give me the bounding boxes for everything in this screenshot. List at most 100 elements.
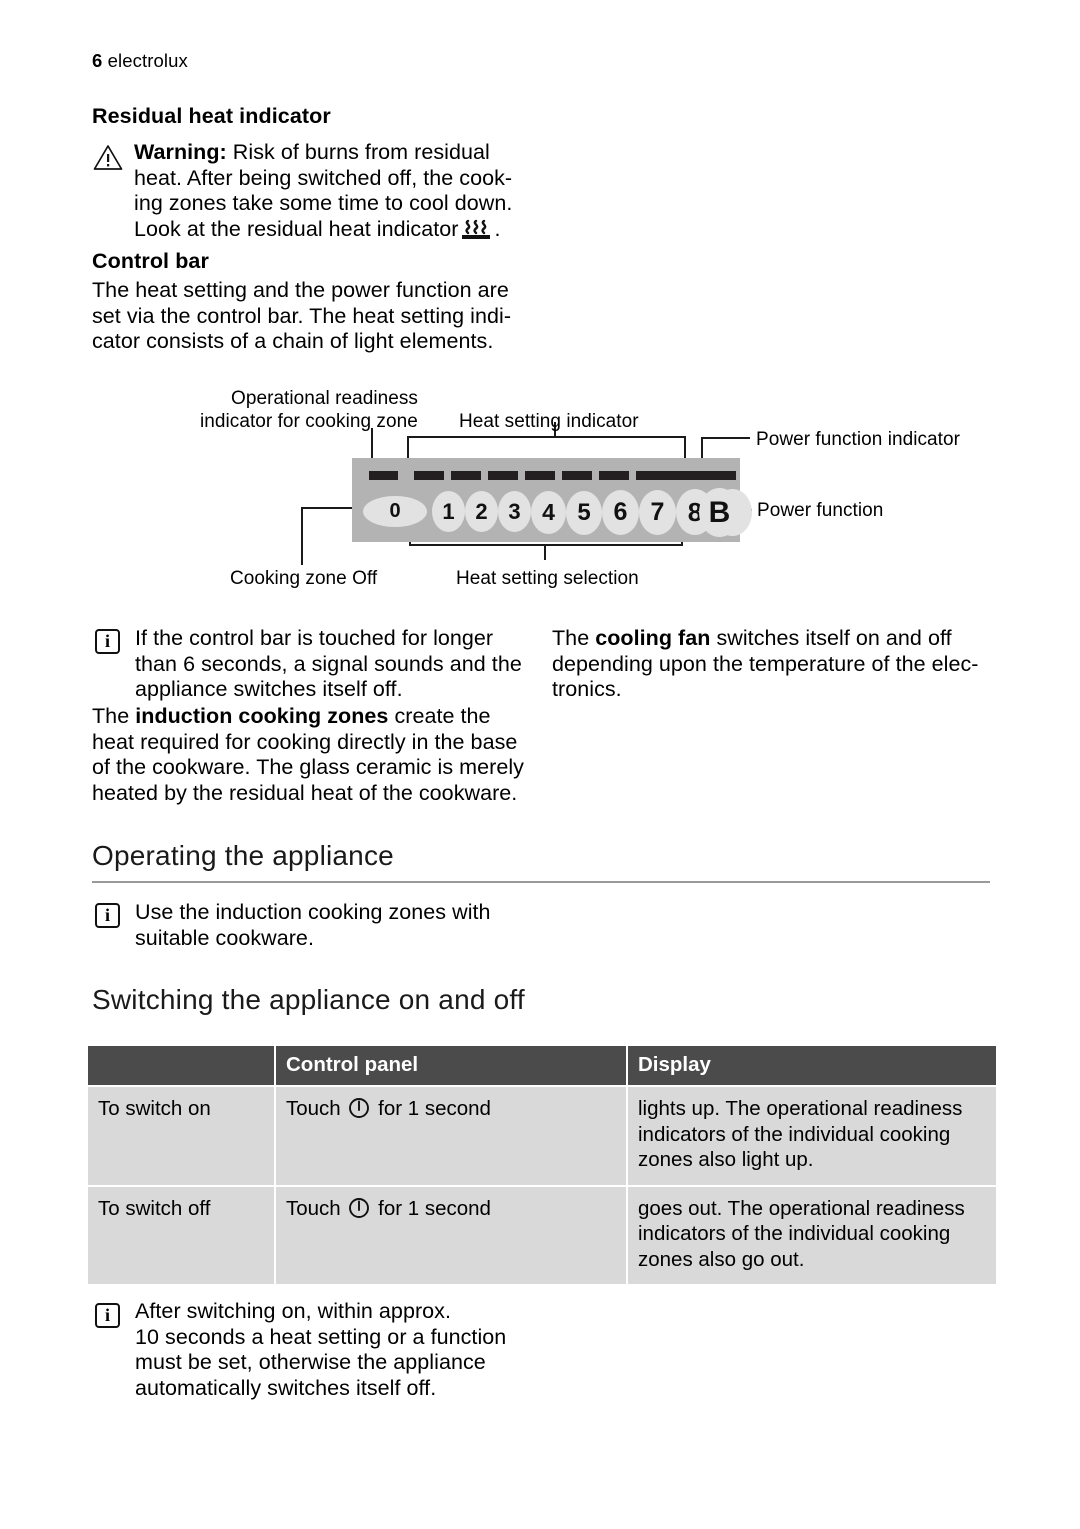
heat-level-button-1[interactable]: 1 xyxy=(432,491,465,532)
heat-dash-3 xyxy=(488,471,518,480)
info-icon-1: i xyxy=(95,629,120,654)
heat-dash-6 xyxy=(599,471,629,480)
control-bar-graphic: 0 1 2 3 4 5 6 7 8 9 B xyxy=(352,458,752,542)
table-header-blank xyxy=(88,1046,274,1085)
label-operational-readiness-line2: indicator for cooking zone xyxy=(200,411,418,432)
note-2-line-1: Use the induction cooking zones with xyxy=(135,900,491,924)
note-1-line-2: than 6 seconds, a signal sounds and the xyxy=(135,651,522,676)
display-off-line-1: goes out. The operational readiness xyxy=(638,1196,965,1220)
warning-label: Warning: xyxy=(134,140,227,164)
brand-name: electrolux xyxy=(107,50,188,71)
label-operational-readiness-line1: Operational readiness xyxy=(231,388,418,409)
label-heat-setting-selection: Heat setting selection xyxy=(456,568,639,589)
control-bar-line-1: The heat setting and the power function … xyxy=(92,278,509,302)
switching-table: Control panel Display To switch on Touch… xyxy=(86,1044,998,1286)
row-action-switch-off: To switch off xyxy=(88,1186,274,1284)
cooling-fan-line-3: tronics. xyxy=(552,677,622,702)
induction-rest: create the xyxy=(388,704,491,728)
induction-line-2: heat required for cooking directly in th… xyxy=(92,729,518,754)
heat-level-button-4[interactable]: 4 xyxy=(531,491,566,534)
heat-dash-5 xyxy=(562,471,592,480)
note-1-line-3: appliance switches itself off. xyxy=(135,677,403,702)
induction-line-4: heated by the residual heat of the cookw… xyxy=(92,780,518,805)
heat-level-button-2[interactable]: 2 xyxy=(465,491,498,532)
induction-bold: induction cooking zones xyxy=(135,704,389,728)
touch-suffix-off: for 1 second xyxy=(378,1196,491,1220)
warning-line-1: Risk of burns from residual xyxy=(226,140,490,164)
heat-level-button-7[interactable]: 7 xyxy=(639,490,676,535)
heat-level-button-6[interactable]: 6 xyxy=(602,490,639,535)
note-3-line-3: must be set, otherwise the appliance xyxy=(135,1350,486,1375)
power-icon-on xyxy=(348,1097,370,1119)
table-header-control-panel: Control panel xyxy=(276,1046,626,1085)
note-3-line-4: automatically switches itself off. xyxy=(135,1375,437,1400)
warning-paragraph: Warning: Risk of burns from residual hea… xyxy=(134,140,554,242)
control-bar-paragraph: The heat setting and the power function … xyxy=(92,278,562,355)
heat-dash-4 xyxy=(525,471,555,480)
control-bar-heading: Control bar xyxy=(92,249,209,273)
touch-prefix-off: Touch xyxy=(286,1196,341,1220)
cooling-fan-line-2: depending upon the temperature of the el… xyxy=(552,651,979,676)
cooling-fan-paragraph: The cooling fan switches itself on and o… xyxy=(552,626,1002,703)
label-cooking-zone-off: Cooking zone Off xyxy=(230,568,378,589)
display-off-line-3: zones also go out. xyxy=(638,1247,805,1271)
touch-suffix-on: for 1 second xyxy=(378,1097,491,1120)
power-function-button[interactable]: B xyxy=(699,488,740,537)
heat-dash-2 xyxy=(451,471,481,480)
label-heat-setting-indicator: Heat setting indicator xyxy=(459,411,639,432)
power-icon-off xyxy=(348,1197,370,1219)
induction-zones-paragraph: The induction cooking zones create the h… xyxy=(92,704,562,806)
info-icon-3: i xyxy=(95,1303,120,1328)
note-3-line-1: After switching on, within approx. xyxy=(135,1299,451,1323)
label-power-function: Power function xyxy=(757,500,884,521)
row-display-switch-off: goes out. The operational readiness indi… xyxy=(628,1186,996,1284)
display-on-line-1: lights up. The operational readiness xyxy=(638,1097,963,1120)
note-control-bar-timeout: If the control bar is touched for longer… xyxy=(135,626,555,703)
zone-off-button[interactable]: 0 xyxy=(363,496,427,527)
switching-heading: Switching the appliance on and off xyxy=(92,984,525,1015)
note-1-line-1: If the control bar is touched for longer xyxy=(135,626,494,650)
note-auto-switch-off: After switching on, within approx. 10 se… xyxy=(135,1299,555,1401)
heat-level-button-3[interactable]: 3 xyxy=(498,491,531,532)
heat-level-button-5[interactable]: 5 xyxy=(566,491,602,535)
document-page: 6 electrolux Residual heat indicator War… xyxy=(0,0,1080,1529)
warning-triangle-icon xyxy=(93,144,123,170)
page-number: 6 xyxy=(92,50,103,71)
table-row: To switch off Touch for 1 second goes ou… xyxy=(88,1186,996,1284)
label-power-function-indicator: Power function indicator xyxy=(756,429,960,450)
control-bar-line-2: set via the control bar. The heat settin… xyxy=(92,303,512,328)
cooling-fan-rest: switches itself on and off xyxy=(710,626,952,650)
operating-heading-rule xyxy=(92,881,990,883)
power-function-dash xyxy=(664,471,736,480)
operational-readiness-dash xyxy=(369,471,398,480)
residual-heat-heading: Residual heat indicator xyxy=(92,104,331,128)
page-header: 6 electrolux xyxy=(92,50,188,72)
induction-line-3: of the cookware. The glass ceramic is me… xyxy=(92,755,524,780)
info-icon-2: i xyxy=(95,903,120,928)
note-2-line-2: suitable cookware. xyxy=(135,925,314,950)
row-control-switch-on: Touch for 1 second xyxy=(276,1087,626,1185)
display-on-line-3: zones also light up. xyxy=(638,1148,814,1171)
warning-line-4: Look at the residual heat indicator xyxy=(134,216,459,241)
heat-dash-7 xyxy=(636,471,666,480)
operating-heading: Operating the appliance xyxy=(92,840,394,871)
note-suitable-cookware: Use the induction cooking zones with sui… xyxy=(135,900,555,951)
row-control-switch-off: Touch for 1 second xyxy=(276,1186,626,1284)
warning-line-3: ing zones take some time to cool down. xyxy=(134,191,513,216)
table-header-row: Control panel Display xyxy=(88,1046,996,1085)
display-on-line-2: indicators of the individual cooking xyxy=(638,1122,951,1146)
note-3-line-2: 10 seconds a heat setting or a function xyxy=(135,1324,507,1349)
heat-dash-1 xyxy=(414,471,444,480)
row-action-switch-on: To switch on xyxy=(88,1087,274,1185)
cooling-fan-bold: cooling fan xyxy=(595,626,711,650)
touch-prefix-on: Touch xyxy=(286,1097,341,1120)
display-off-line-2: indicators of the individual cooking xyxy=(638,1222,951,1245)
warning-line-4-end: . xyxy=(494,216,501,241)
cooling-fan-lead: The xyxy=(552,626,596,650)
row-display-switch-on: lights up. The operational readiness ind… xyxy=(628,1087,996,1185)
warning-line-2: heat. After being switched off, the cook… xyxy=(134,165,513,190)
table-row: To switch on Touch for 1 second lights u… xyxy=(88,1087,996,1185)
induction-lead: The xyxy=(92,704,136,728)
residual-heat-icon xyxy=(459,218,493,240)
control-bar-line-3: cator consists of a chain of light eleme… xyxy=(92,329,494,354)
